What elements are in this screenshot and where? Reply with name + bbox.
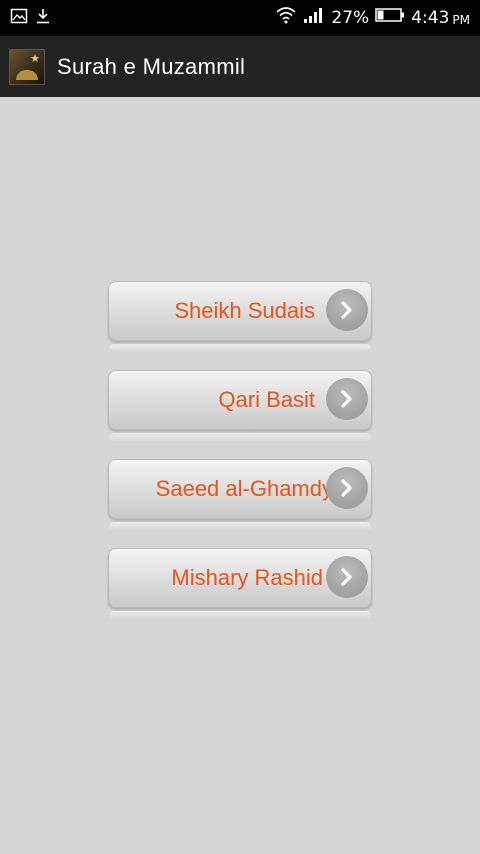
reciter-button-mishary-rashid[interactable]: Mishary Rashid bbox=[108, 548, 372, 621]
reciter-menu: Sheikh Sudais Qari Basit Saeed al-Ghamdy… bbox=[108, 281, 372, 637]
reciter-button-sheikh-sudais[interactable]: Sheikh Sudais bbox=[108, 281, 372, 354]
battery-icon bbox=[375, 7, 405, 28]
reciter-button-saeed-al-ghamdy[interactable]: Saeed al-Ghamdy bbox=[108, 459, 372, 532]
status-right: 27% 4:43 PM bbox=[275, 6, 470, 29]
reciter-label: Mishary Rashid bbox=[171, 565, 323, 590]
chevron-right-icon bbox=[326, 289, 368, 331]
reciter-label: Sheikh Sudais bbox=[174, 298, 315, 323]
status-left bbox=[10, 7, 52, 29]
clock-time: 4:43 bbox=[411, 7, 450, 28]
chevron-right-icon bbox=[326, 556, 368, 598]
reciter-button-qari-basit[interactable]: Qari Basit bbox=[108, 370, 372, 443]
battery-percent: 27% bbox=[331, 7, 370, 28]
reciter-label: Saeed al-Ghamdy bbox=[155, 476, 333, 501]
image-icon bbox=[10, 7, 28, 29]
clock-ampm: PM bbox=[452, 12, 470, 27]
chevron-right-icon bbox=[326, 467, 368, 509]
app-title: Surah e Muzammil bbox=[57, 53, 246, 79]
chevron-right-icon bbox=[326, 378, 368, 420]
status-bar: 27% 4:43 PM bbox=[0, 0, 480, 36]
reciter-label: Qari Basit bbox=[218, 387, 315, 412]
app-logo-icon[interactable]: ★ bbox=[9, 48, 45, 85]
wifi-icon bbox=[275, 6, 297, 29]
download-icon bbox=[34, 7, 52, 29]
action-bar: ★ Surah e Muzammil bbox=[0, 36, 480, 97]
signal-icon bbox=[303, 6, 325, 29]
